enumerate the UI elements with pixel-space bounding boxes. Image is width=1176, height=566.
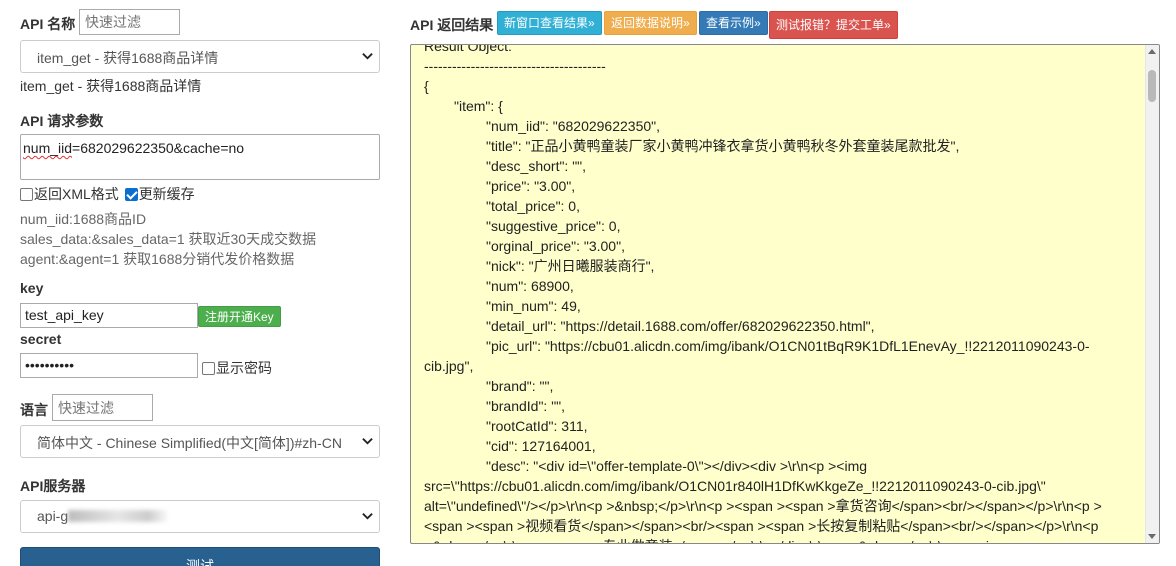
- result-line: {: [424, 78, 429, 94]
- chevron-down-icon: [362, 438, 373, 445]
- result-line: "brandId": "",: [486, 398, 566, 414]
- result-line: "min_num": 49,: [486, 298, 581, 314]
- result-panel: API 返回结果 新窗口查看结果» 返回数据说明» 查看示例» 测试报错？提交工…: [410, 0, 1176, 566]
- show-password-checkbox[interactable]: [202, 362, 215, 375]
- result-line: "brand": "",: [486, 378, 554, 394]
- scroll-up-icon[interactable]: [1148, 49, 1156, 54]
- secret-label: secret: [20, 331, 62, 347]
- key-label: key: [20, 280, 44, 296]
- result-line: "num_iid": "682029622350",: [486, 118, 661, 134]
- result-line: "pic_url": "https://cbu01.alicdn.com/img…: [486, 338, 1090, 354]
- result-line: src=\"https://cbu01.alicdn.com/img/ibank…: [424, 478, 1046, 494]
- api-select-value: item_get - 获得1688商品详情: [37, 50, 219, 66]
- submit-ticket-button[interactable]: 测试报错？提交工单»: [769, 11, 898, 39]
- help-line: sales_data:&sales_data=1 获取近30天成交数据: [20, 231, 317, 247]
- param-help: num_iid:1688商品ID sales_data:&sales_data=…: [20, 209, 316, 269]
- result-line: "rootCatId": 311,: [486, 418, 588, 434]
- result-output[interactable]: Result Object: --------------------------…: [410, 44, 1160, 544]
- params-label: API 请求参数: [20, 113, 104, 129]
- result-line: "item": {: [454, 98, 503, 114]
- show-password-row: 显示密码: [202, 358, 272, 378]
- result-line: "orginal_price": "3.00",: [486, 238, 625, 254]
- language-filter-input[interactable]: [52, 394, 153, 421]
- result-line: "cid": 127164001,: [486, 438, 596, 454]
- key-input[interactable]: test_api_key: [20, 303, 198, 328]
- result-line: "detail_url": "https://detail.1688.com/o…: [486, 318, 875, 334]
- help-line: agent:&agent=1 获取1688分销代发价格数据: [20, 251, 295, 267]
- result-line: "title": "正品小黄鸭童装厂家小黄鸭冲锋衣拿货小黄鸭秋冬外套童装尾款批发…: [486, 138, 960, 154]
- api-name-label: API 名称: [20, 16, 76, 32]
- result-line: "suggestive_price": 0,: [486, 218, 621, 234]
- cache-label: 更新缓存: [138, 186, 195, 202]
- result-line: "price": "3.00",: [486, 178, 576, 194]
- api-description: item_get - 获得1688商品详情: [20, 78, 202, 94]
- result-line: "total_price": 0,: [486, 198, 580, 214]
- cache-checkbox[interactable]: [124, 188, 138, 201]
- api-form-panel: API 名称 item_get - 获得1688商品详情 item_get - …: [0, 0, 400, 566]
- server-label: API服务器: [20, 478, 86, 494]
- language-select[interactable]: 简体中文 - Chinese Simplified(中文[简体])#zh-CN: [20, 425, 380, 458]
- scrollbar[interactable]: [1145, 45, 1159, 543]
- params-value-text: =682029622350&cache=no: [72, 140, 245, 156]
- xml-checkbox[interactable]: [20, 188, 33, 201]
- params-key-text: num_iid: [23, 140, 73, 156]
- response-docs-button[interactable]: 返回数据说明»: [604, 11, 697, 35]
- result-line: Result Object:: [424, 44, 512, 54]
- redacted-text: [68, 510, 169, 522]
- api-select[interactable]: item_get - 获得1688商品详情: [20, 40, 380, 73]
- xml-label: 返回XML格式: [34, 186, 119, 202]
- api-filter-input[interactable]: [79, 9, 180, 35]
- result-line: cib.jpg",: [424, 358, 474, 374]
- result-line: "nick": "广州日曦服装商行",: [486, 258, 655, 274]
- register-key-button[interactable]: 注册开通Key: [198, 306, 281, 327]
- options-row: 返回XML格式 更新缓存: [20, 184, 195, 204]
- result-text: Result Object: --------------------------…: [424, 44, 1142, 543]
- view-example-button[interactable]: 查看示例»: [699, 11, 768, 35]
- show-password-label: 显示密码: [216, 360, 272, 376]
- result-line: >&nbsp;</p>\r\n<p ><span >专业做童装</span></…: [424, 536, 1142, 543]
- scroll-thumb[interactable]: [1148, 70, 1156, 102]
- params-textarea[interactable]: num_iid=682029622350&cache=no: [20, 134, 380, 180]
- language-select-value: 简体中文 - Chinese Simplified(中文[简体])#zh-CN: [37, 435, 342, 451]
- server-select-value: api-g: [37, 508, 69, 524]
- test-button[interactable]: 测试: [20, 547, 380, 566]
- result-line: "desc": "<div id=\"offer-template-0\"></…: [486, 458, 868, 474]
- result-line: "desc_short": "",: [486, 158, 587, 174]
- result-title: API 返回结果: [410, 17, 494, 33]
- scroll-down-icon[interactable]: [1148, 534, 1156, 539]
- result-line: ---------------------------------------: [424, 58, 606, 74]
- language-label: 语言: [20, 402, 48, 418]
- chevron-down-icon: [362, 53, 373, 60]
- secret-input[interactable]: ••••••••••: [20, 353, 198, 378]
- server-select[interactable]: api-g: [20, 500, 380, 533]
- result-line: alt=\"undefined\"/></p>\r\n<p >&nbsp;</p…: [424, 498, 1102, 514]
- result-line: <span ><span >视频看货</span></span><br/><sp…: [424, 518, 1099, 534]
- chevron-down-icon: [362, 513, 373, 520]
- result-line: "num": 68900,: [486, 278, 574, 294]
- help-line: num_iid:1688商品ID: [20, 211, 147, 227]
- open-in-new-window-button[interactable]: 新窗口查看结果»: [497, 11, 602, 35]
